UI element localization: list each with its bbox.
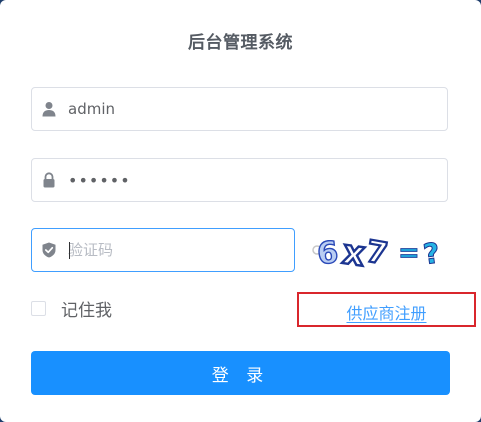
login-button[interactable]: 登 录 [31, 351, 450, 395]
checkbox-box[interactable] [31, 300, 46, 316]
remember-me-label: 记住我 [61, 300, 112, 321]
captcha-field-container[interactable] [31, 228, 295, 272]
remember-me-checkbox[interactable]: 记住我 [31, 296, 112, 321]
page-title: 后台管理系统 [188, 33, 293, 53]
password-input[interactable] [68, 159, 428, 201]
login-card: 后台管理系统 6 x 7 = ? 记住我 [0, 0, 481, 422]
captcha-glyph: = [398, 238, 420, 268]
captcha-input[interactable] [68, 229, 288, 271]
shield-check-icon [42, 242, 56, 258]
user-icon [42, 102, 56, 117]
captcha-glyph: 7 [364, 234, 391, 272]
captcha-glyph: ? [421, 236, 442, 271]
username-field-container[interactable] [31, 87, 448, 131]
text-caret [69, 242, 70, 259]
highlight-box: 供应商注册 [297, 292, 476, 327]
username-input[interactable] [68, 88, 428, 130]
password-field-container[interactable] [31, 158, 448, 202]
captcha-image[interactable]: 6 x 7 = ? [311, 228, 451, 272]
lock-icon [43, 172, 55, 188]
captcha-glyph: 6 [316, 235, 340, 272]
supplier-register-link[interactable]: 供应商注册 [299, 300, 474, 324]
